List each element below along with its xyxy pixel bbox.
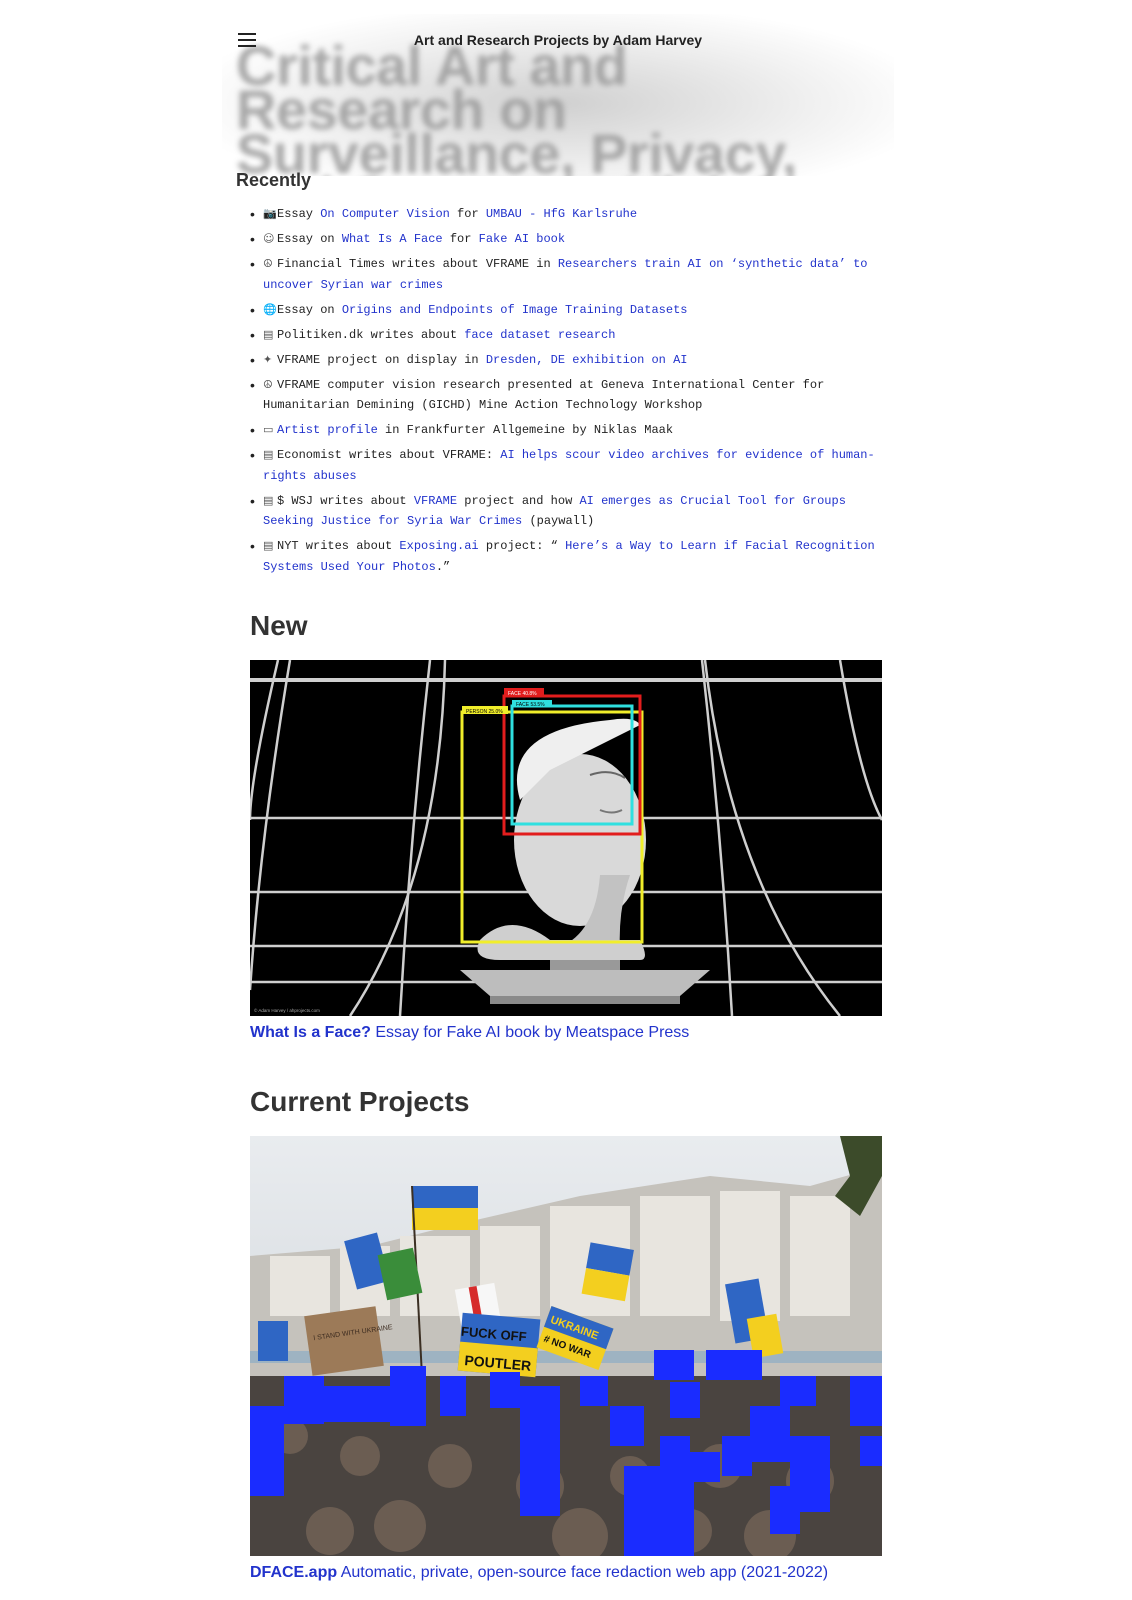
recent-item-link[interactable]: Exposing.ai: [399, 539, 478, 553]
face-label-1: FACE 40.8%: [508, 691, 537, 697]
recent-item-text: Financial Times writes about VFRAME in: [277, 257, 558, 271]
recent-list-item: ▤Economist writes about VFRAME: AI helps…: [236, 445, 876, 486]
image-credit: © Adam Harvey / ahprojects.com: [254, 1007, 320, 1013]
newspaper-icon: ▤: [263, 493, 274, 507]
recent-item-text: (paywall): [522, 514, 595, 528]
newspaper-icon: ▤: [263, 327, 274, 341]
top-bar: Art and Research Projects by Adam Harvey: [222, 14, 894, 66]
recent-item-link[interactable]: Origins and Endpoints of Image Training …: [342, 303, 688, 317]
recent-list-item: ✦ VFRAME project on display in Dresden, D…: [236, 350, 876, 371]
recent-list-item: ▭Artist profile in Frankfurter Allgemein…: [236, 420, 876, 441]
camera-icon: 📷: [263, 207, 277, 220]
face-label-2: FACE 53.5%: [516, 702, 545, 708]
recent-list-item: ▤NYT writes about Exposing.ai project: “…: [236, 536, 876, 577]
recent-item-link[interactable]: What Is A Face: [342, 232, 443, 246]
crowd-figure-image[interactable]: FUCK OFF POUTLER UKRAINE # NO WAR I STAN…: [250, 1136, 882, 1556]
recent-list-item: ▤Politiken.dk writes about face dataset …: [236, 325, 876, 346]
new-heading: New: [250, 610, 308, 641]
recently-heading: Recently: [236, 170, 312, 190]
recent-item-link[interactable]: Fake AI book: [479, 232, 565, 246]
face-icon: ☺: [263, 232, 275, 245]
recent-item-text: Essay on: [277, 302, 342, 317]
page-container: Critical Art and Research on Surveillanc…: [222, 14, 894, 1581]
recent-list-item: 📷Essay On Computer Vision for UMBAU - Hf…: [236, 204, 876, 225]
recent-item-link[interactable]: face dataset research: [464, 328, 615, 342]
hero-header: Critical Art and Research on Surveillanc…: [222, 14, 894, 176]
peace-icon: ☮: [263, 257, 273, 270]
recent-item-link[interactable]: Artist profile: [277, 423, 378, 437]
recent-item-text: VFRAME computer vision research presente…: [263, 377, 825, 413]
new-caption-title[interactable]: What Is a Face?: [250, 1024, 371, 1041]
globe-icon: 🌐: [263, 302, 277, 316]
recent-item-text: in Frankfurter Allgemeine by Niklas Maak: [377, 423, 674, 437]
recent-item-link[interactable]: UMBAU - HfG Karlsruhe: [486, 207, 637, 221]
recent-list: 📷Essay On Computer Vision for UMBAU - Hf…: [236, 204, 876, 582]
id-card-icon: ▭: [263, 423, 274, 436]
recent-list-item: ☮Financial Times writes about VFRAME in …: [236, 254, 876, 295]
recent-item-text: VFRAME project on display in: [277, 352, 486, 367]
projects-caption-title[interactable]: DFACE.app: [250, 1564, 337, 1581]
newspaper-icon: ▤: [263, 448, 274, 461]
recent-list-item: 🌐Essay on Origins and Endpoints of Image…: [236, 300, 876, 321]
site-title[interactable]: Art and Research Projects by Adam Harvey: [222, 32, 894, 48]
recent-item-text: Politiken.dk writes about: [277, 327, 465, 342]
new-caption[interactable]: What Is a Face? Essay for Fake AI book b…: [250, 1024, 689, 1042]
recent-item-text: project and how: [457, 493, 580, 508]
recent-item-text: $ WSJ writes about: [277, 493, 414, 508]
recent-item-link[interactable]: Dresden, DE exhibition on AI: [486, 353, 688, 367]
recent-item-text: NYT writes about: [277, 539, 400, 553]
recent-item-text: project: “: [478, 539, 566, 553]
recent-item-text: for: [442, 232, 479, 246]
recent-list-item: ☮VFRAME computer vision research present…: [236, 375, 876, 416]
recent-list-item: ☺Essay on What Is A Face for Fake AI boo…: [236, 229, 876, 250]
peace-icon: ☮: [263, 377, 273, 391]
recent-item-text: Essay: [277, 207, 321, 221]
recent-item-text: Essay on: [277, 232, 342, 246]
face-figure-image[interactable]: PERSON 25.0% FACE 40.8% FACE 53.5% © Ada…: [250, 660, 882, 1016]
newspaper-icon: ▤: [263, 539, 274, 552]
current-projects-heading: Current Projects: [250, 1086, 470, 1117]
recent-item-link[interactable]: On Computer Vision: [320, 207, 450, 221]
recent-item-link[interactable]: VFRAME: [414, 494, 457, 508]
projects-caption[interactable]: DFACE.app Automatic, private, open-sourc…: [250, 1564, 828, 1582]
recent-list-item: ▤$ WSJ writes about VFRAME project and h…: [236, 491, 876, 532]
new-caption-text[interactable]: Essay for Fake AI book by Meatspace Pres…: [371, 1024, 689, 1041]
artwork-icon: ✦: [263, 352, 273, 366]
recent-item-text: for: [449, 207, 486, 221]
recent-item-text: Economist writes about VFRAME:: [277, 448, 501, 462]
projects-caption-text[interactable]: Automatic, private, open-source face red…: [337, 1564, 828, 1581]
person-label: PERSON 25.0%: [466, 709, 503, 715]
recent-item-text: .”: [435, 559, 451, 574]
